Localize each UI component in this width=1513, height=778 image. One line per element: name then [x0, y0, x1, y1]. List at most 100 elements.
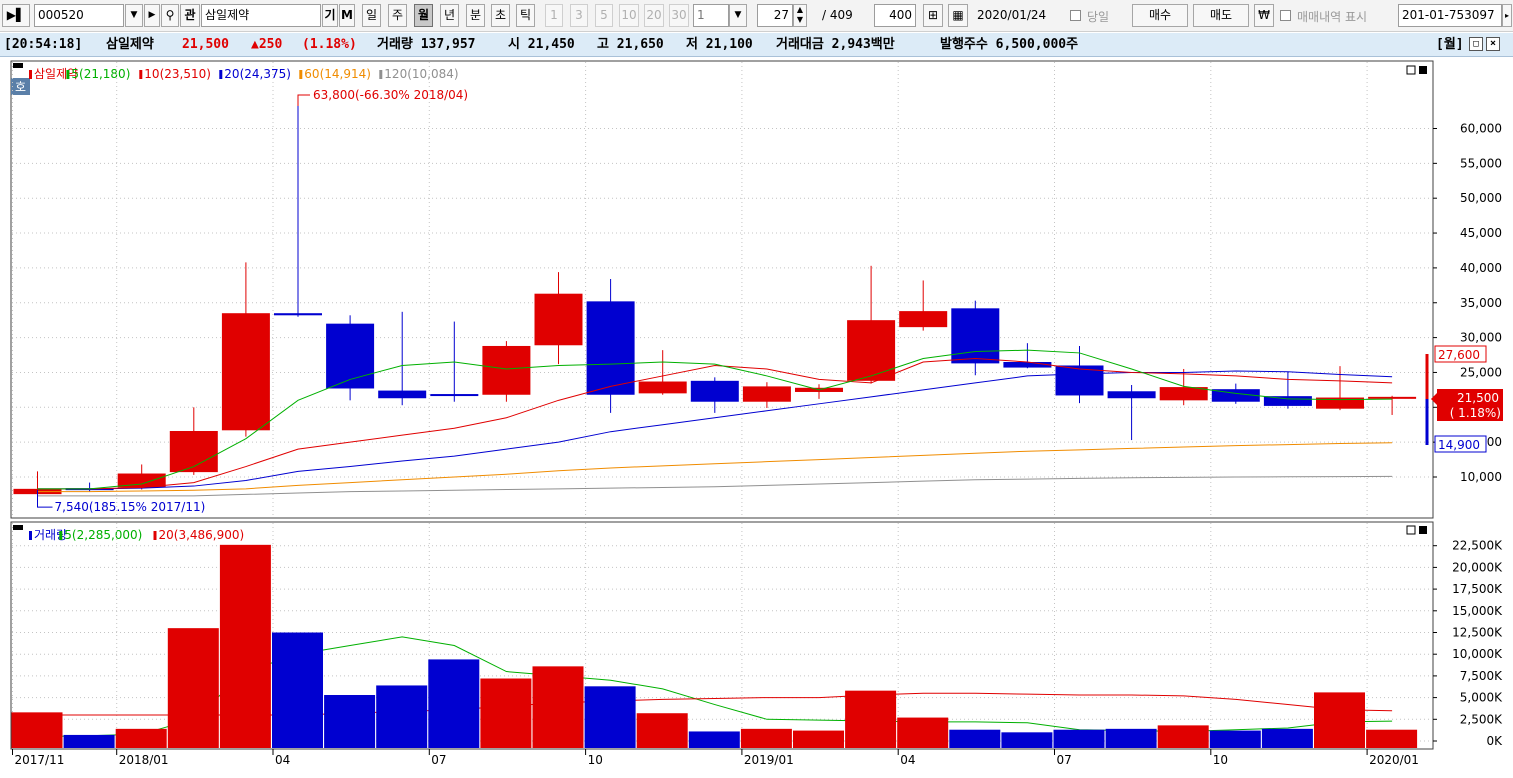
price-panel[interactable] — [10, 60, 1434, 519]
period-year-tab[interactable]: 년 — [440, 4, 459, 27]
x-tick-label: 07 — [1057, 753, 1072, 767]
next-icon[interactable]: ▶ — [144, 4, 160, 27]
price-tag-pct: ( 1.18%) — [1450, 406, 1501, 420]
x-tick-label: 10 — [588, 753, 603, 767]
quote-tag-label: 호 — [15, 80, 26, 94]
volume-bar — [1314, 692, 1365, 748]
sell-button[interactable]: 매도 — [1193, 4, 1249, 27]
price-tick-label: 40,000 — [1460, 261, 1502, 275]
interest-button[interactable]: 관 — [180, 4, 200, 27]
candle-body — [169, 430, 218, 473]
trade-history-checkbox[interactable] — [1280, 10, 1291, 21]
legend-label: 60(14,914) — [304, 67, 371, 81]
stock-name-field[interactable]: 삼일제약 — [201, 4, 321, 27]
period-day-tab[interactable]: 일 — [362, 4, 381, 27]
volume-legend: 거래량5(2,285,000) 20(3,486,900) — [29, 528, 244, 542]
low-tag: 14,900 — [1438, 438, 1480, 452]
interval-5-button[interactable]: 5 — [595, 4, 613, 27]
candle-body — [586, 301, 635, 395]
volume-bar — [949, 729, 1001, 748]
interval-10-button[interactable]: 10 — [619, 4, 639, 27]
candle-body — [482, 345, 531, 395]
max-annotation: 63,800(-66.30% 2018/04) — [313, 88, 468, 102]
volume-tick-label: 7,500K — [1460, 669, 1503, 683]
close-icon[interactable]: × — [1486, 37, 1500, 51]
price-tick-label: 45,000 — [1460, 226, 1502, 240]
date-field[interactable]: 2020/01/24 — [977, 8, 1046, 22]
legend-label: 5(2,285,000) — [64, 528, 142, 542]
legend-label: 20(3,486,900) — [159, 528, 245, 542]
candle-body — [221, 313, 270, 431]
volume-bar — [11, 712, 63, 748]
candle-body — [742, 386, 791, 402]
volume-tick-label: 17,500K — [1452, 582, 1503, 596]
price-y-axis: 60,000 55,000 50,000 45,000 40,000 35,000 30,0… — [1433, 122, 1502, 484]
price-menu-icon[interactable] — [13, 63, 23, 68]
pin-icon[interactable]: ▶▌ — [2, 4, 30, 27]
volume-bar — [532, 666, 584, 748]
volume-bar — [1105, 728, 1157, 748]
price-tag: 21,500 — [1457, 391, 1499, 405]
interval-20-button[interactable]: 20 — [644, 4, 664, 27]
page-spinner-icon[interactable]: ▲ ▼ — [793, 4, 807, 27]
interval-1-button[interactable]: 1 — [545, 4, 563, 27]
gi-button[interactable]: 기 — [322, 4, 338, 27]
volume-bar — [167, 628, 219, 748]
count-input[interactable]: 400 — [874, 4, 916, 27]
price-tick-label: 30,000 — [1460, 331, 1502, 345]
today-checkbox[interactable] — [1070, 10, 1081, 21]
price-close-icon[interactable] — [1419, 66, 1427, 74]
calendar-icon[interactable]: ▦ — [948, 4, 968, 27]
buy-button[interactable]: 매수 — [1132, 4, 1188, 27]
quote-open: 시 21,450 — [508, 37, 575, 52]
candle-body — [638, 381, 687, 394]
account-field[interactable]: 201-01-753097 — [1398, 4, 1502, 27]
candle-body — [1003, 361, 1052, 368]
legend-swatch — [153, 531, 157, 540]
search-icon[interactable]: ⚲ — [161, 4, 179, 27]
legend-swatch — [59, 531, 63, 540]
account-arrow-icon[interactable]: ▸ — [1502, 4, 1512, 27]
interval-30-button[interactable]: 30 — [669, 4, 689, 27]
period-week-tab[interactable]: 주 — [388, 4, 407, 27]
period-second-tab[interactable]: 초 — [491, 4, 510, 27]
quote-bar: [20:54:18] 삼일제약 21,500 ▲250 (1.18%) 거래량 … — [0, 33, 1513, 57]
period-month-tab[interactable]: 월 — [414, 4, 433, 27]
zoom-icon[interactable]: ⊞ — [923, 4, 943, 27]
won-icon[interactable]: ₩ — [1254, 4, 1274, 27]
volume-bar — [1157, 725, 1209, 748]
legend-label: 120(10,084) — [384, 67, 458, 81]
chart-area[interactable]: 호 삼일제약5(21,180) 10(23,510) 20(24,375) 60(14… — [0, 58, 1513, 778]
interval-3-button[interactable]: 3 — [570, 4, 588, 27]
legend-swatch — [139, 70, 143, 79]
m-button[interactable]: M — [339, 4, 355, 27]
volume-tick-label: 15,000K — [1452, 604, 1503, 618]
legend-label: 20(24,375) — [224, 67, 291, 81]
period-tick-tab[interactable]: 틱 — [516, 4, 535, 27]
interval-select[interactable]: 1 — [693, 4, 729, 27]
candle-body — [690, 380, 739, 402]
volume-close-icon[interactable] — [1419, 526, 1427, 534]
candle-body — [378, 390, 427, 399]
volume-bar — [1209, 730, 1261, 748]
page-input[interactable]: 27 — [757, 4, 793, 27]
price-tick-label: 50,000 — [1460, 191, 1502, 205]
volume-menu-icon[interactable] — [13, 525, 23, 530]
legend-swatch — [29, 70, 32, 79]
volume-bar — [428, 659, 480, 748]
period-minute-tab[interactable]: 분 — [466, 4, 485, 27]
volume-bar — [845, 690, 897, 748]
code-dropdown-icon[interactable]: ▼ — [125, 4, 143, 27]
legend-swatch — [379, 70, 383, 79]
stock-code-input[interactable]: 000520 — [34, 4, 124, 27]
price-tick-label: 10,000 — [1460, 470, 1502, 484]
quote-name: 삼일제약 — [106, 37, 154, 52]
candle-body — [430, 394, 479, 397]
volume-y-axis: 22,500K 20,000K 17,500K 15,000K 12,500K 10,00… — [1433, 539, 1503, 748]
price-legend: 삼일제약5(21,180) 10(23,510) 20(24,375) 60(14,9… — [29, 66, 459, 81]
maximize-icon[interactable]: □ — [1469, 37, 1483, 51]
interval-dropdown-icon[interactable]: ▼ — [729, 4, 747, 27]
volume-bar — [115, 728, 167, 748]
legend-swatch — [29, 531, 32, 540]
toolbar: ▶▌ 000520 ▼ ▶ ⚲ 관 삼일제약 기 M 일 주 월 년 분 초 틱… — [0, 0, 1513, 32]
